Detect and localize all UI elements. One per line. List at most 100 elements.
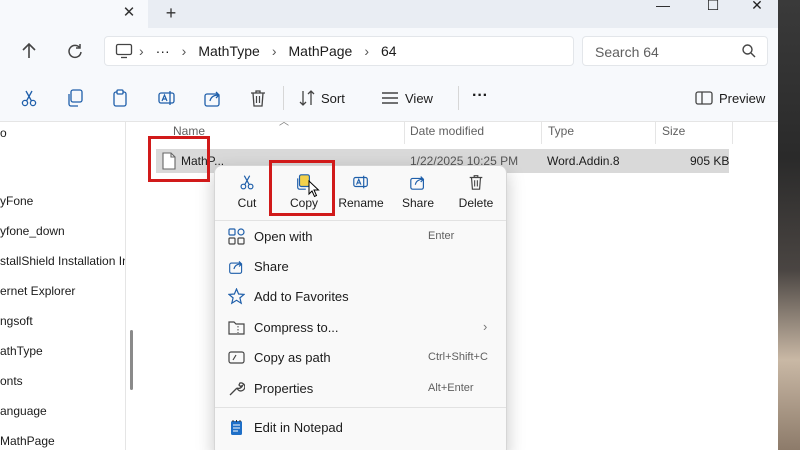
divider (283, 86, 284, 110)
scissors-icon (238, 173, 256, 191)
view-button[interactable]: View (405, 91, 433, 106)
menu-item-label: Open with (254, 229, 313, 244)
menu-divider (215, 220, 506, 221)
view-icon[interactable] (380, 88, 400, 108)
menu-item-compress[interactable]: Compress to... › (215, 313, 506, 343)
copy-icon[interactable] (65, 88, 85, 108)
nav-item[interactable]: stallShield Installation Info (0, 254, 125, 268)
trash-icon[interactable] (248, 88, 268, 108)
tab-active[interactable]: ✕ (0, 0, 148, 28)
file-explorer-window: ✕ + — ☐ ✕ › ··· › MathType › MathPage › … (0, 0, 778, 450)
sort-caret-icon: ︿ (279, 117, 289, 128)
desktop-background (778, 0, 800, 450)
chevron-right-icon: › (139, 43, 144, 59)
share-icon (409, 173, 427, 191)
menu-item-open-with[interactable]: Open with Enter (215, 222, 506, 252)
highlight-box-copy (269, 160, 335, 216)
command-bar: Sort View ··· Preview (0, 74, 778, 122)
highlight-box-file (148, 136, 210, 182)
sort-icon[interactable] (297, 88, 317, 108)
navigation-pane: o yFone yfone_down stallShield Installat… (0, 122, 126, 450)
minimize-icon[interactable]: — (640, 0, 686, 14)
divider (458, 86, 459, 110)
menu-item-share[interactable]: Share (215, 252, 506, 282)
share-icon (228, 258, 245, 275)
preview-button[interactable]: Preview (719, 91, 765, 106)
column-divider[interactable] (655, 122, 656, 144)
nav-item[interactable]: anguage (0, 404, 47, 418)
column-header-size[interactable]: Size (662, 124, 685, 138)
breadcrumb-64[interactable]: 64 (375, 43, 403, 59)
breadcrumb-mathpage[interactable]: MathPage (283, 43, 359, 59)
up-arrow-icon[interactable] (18, 40, 40, 62)
menu-divider (215, 407, 506, 408)
search-icon[interactable] (741, 43, 757, 59)
column-header-type[interactable]: Type (548, 124, 574, 138)
more-options-icon[interactable]: ··· (472, 87, 488, 105)
menu-item-label: Share (254, 259, 289, 274)
delete-label: Delete (458, 196, 494, 210)
zip-folder-icon (228, 319, 245, 336)
breadcrumb-ellipsis[interactable]: ··· (150, 43, 176, 59)
new-tab-icon[interactable]: + (162, 3, 180, 23)
column-divider[interactable] (404, 122, 405, 144)
copy-path-icon (228, 349, 245, 366)
nav-item[interactable]: ernet Explorer (0, 284, 75, 298)
nav-item[interactable]: athType (0, 344, 43, 358)
star-icon (228, 288, 245, 305)
rename-icon (352, 173, 370, 191)
column-divider[interactable] (732, 122, 733, 144)
context-menu: Cut Copy Rename Share Delete Open with E… (214, 165, 507, 450)
trash-icon (467, 173, 485, 191)
paste-icon[interactable] (110, 88, 130, 108)
maximize-icon[interactable]: ☐ (690, 0, 736, 14)
shortcut-text: Alt+Enter (428, 382, 474, 394)
scissors-icon[interactable] (19, 88, 39, 108)
sort-button[interactable]: Sort (321, 91, 345, 106)
column-header-date[interactable]: Date modified (410, 124, 484, 138)
menu-item-add-to-favorites[interactable]: Add to Favorites (215, 282, 506, 312)
nav-item[interactable]: ngsoft (0, 314, 33, 328)
rename-button[interactable]: Rename (332, 166, 390, 218)
menu-item-edit-in-notepad[interactable]: Edit in Notepad (215, 413, 506, 443)
chevron-right-icon: › (483, 319, 488, 334)
menu-item-copy-as-path[interactable]: Copy as path Ctrl+Shift+C (215, 343, 506, 373)
sidebar-scrollbar[interactable] (130, 330, 133, 390)
menu-item-label: Edit in Notepad (254, 420, 343, 435)
chevron-right-icon: › (364, 43, 369, 59)
column-divider[interactable] (541, 122, 542, 144)
nav-item[interactable]: o (0, 126, 7, 140)
tab-close-icon[interactable]: ✕ (120, 4, 138, 22)
breadcrumb-mathtype[interactable]: MathType (192, 43, 265, 59)
nav-item[interactable]: MathPage (0, 434, 55, 448)
refresh-icon[interactable] (64, 40, 86, 62)
delete-button[interactable]: Delete (447, 166, 505, 218)
close-window-icon[interactable]: ✕ (734, 0, 778, 14)
rename-icon[interactable] (157, 88, 177, 108)
menu-item-label: Add to Favorites (254, 289, 349, 304)
share-label: Share (401, 196, 435, 210)
chevron-right-icon: › (181, 43, 187, 59)
nav-item[interactable]: yfone_down (0, 224, 65, 238)
cut-button[interactable]: Cut (218, 166, 276, 218)
address-row: › ··· › MathType › MathPage › 64 Search … (0, 28, 778, 74)
file-size: 905 KB (690, 154, 730, 168)
nav-item[interactable]: yFone (0, 194, 33, 208)
address-bar[interactable]: › ··· › MathType › MathPage › 64 (104, 36, 574, 66)
menu-item-label: Properties (254, 381, 314, 396)
menu-item-label: Copy as path (254, 350, 331, 365)
menu-item-properties[interactable]: Properties Alt+Enter (215, 374, 506, 404)
preview-pane-icon[interactable] (694, 88, 714, 108)
shortcut-text: Ctrl+Shift+C (428, 351, 488, 363)
share-icon[interactable] (203, 88, 223, 108)
tab-bar: ✕ + — ☐ ✕ (0, 0, 778, 28)
chevron-right-icon: › (271, 43, 277, 59)
nav-item[interactable]: onts (0, 374, 23, 388)
shortcut-text: Enter (428, 230, 455, 242)
file-type: Word.Addin.8 (547, 154, 620, 168)
open-with-icon (228, 228, 245, 245)
share-button[interactable]: Share (389, 166, 447, 218)
search-placeholder: Search 64 (595, 44, 659, 60)
menu-item-label: Compress to... (254, 320, 339, 335)
search-input[interactable]: Search 64 (582, 36, 768, 66)
